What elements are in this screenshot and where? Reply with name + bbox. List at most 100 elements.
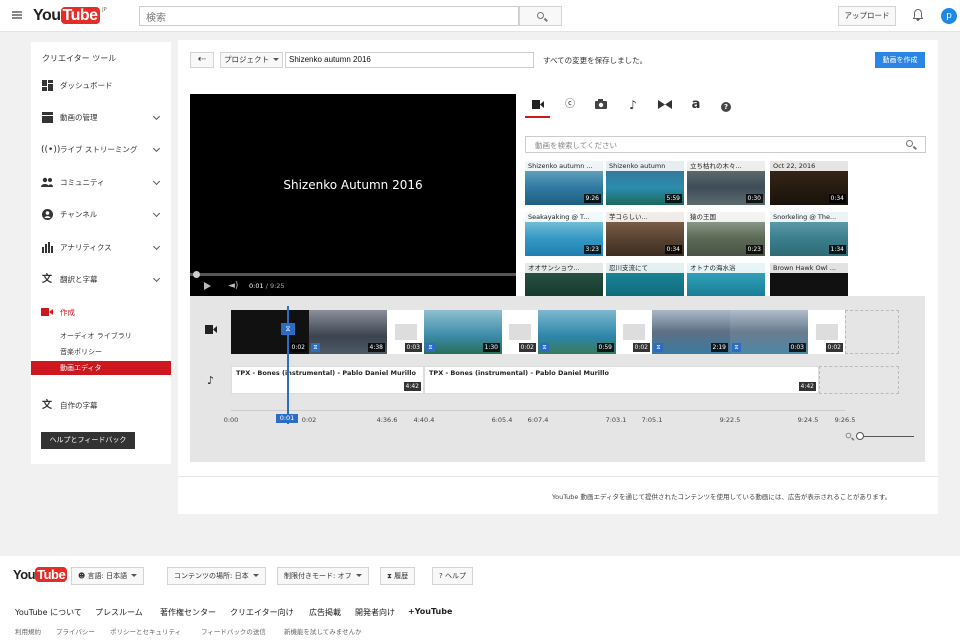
timeline-ruler (231, 410, 845, 411)
video-player[interactable]: Shizenko Autumn 2016 ◄) 0:01 / 9:25 (190, 94, 516, 296)
chevron-down-icon (152, 209, 161, 218)
playhead-time-label: 0:01 (276, 414, 298, 423)
sidebar-item-channel[interactable]: チャンネル (31, 205, 171, 225)
footer-link[interactable]: 著作権センター (160, 607, 216, 618)
library-thumbnail[interactable]: 芋コらしい... 0:34 (606, 212, 684, 256)
location-button[interactable]: コンテンツの場所: 日本 (167, 567, 266, 585)
library-thumbnail[interactable]: 忍川支流にて (606, 263, 684, 296)
library-search-input[interactable]: 動画を検索してください (525, 136, 926, 153)
sidebar-subitem-music-policy[interactable]: 音楽ポリシー (31, 345, 171, 359)
tab-creative-commons-icon[interactable]: ⓒ (561, 97, 579, 113)
zoom-slider[interactable] (859, 436, 914, 437)
zoom-slider-handle[interactable] (856, 432, 864, 440)
search-icon (537, 12, 544, 19)
timeline-tick: 7:03.1 (605, 416, 627, 424)
avatar[interactable]: p (941, 8, 957, 24)
sidebar-item-label: 自作の字幕 (60, 401, 98, 410)
sidebar-item-analytics[interactable]: アナリティクス (31, 238, 171, 258)
audio-clip[interactable]: TPX - Bones (instrumental) - Pablo Danie… (231, 366, 424, 394)
sidebar-item-live[interactable]: ((•)) ライブ ストリーミング (31, 140, 171, 160)
tab-text-icon[interactable]: a (687, 97, 705, 113)
sidebar-item-community[interactable]: コミュニティ (31, 173, 171, 193)
project-dropdown[interactable]: プロジェクト (220, 52, 283, 68)
sidebar-item-create[interactable]: 作成 (31, 303, 171, 323)
transition-marker-icon: ⧖ (732, 343, 741, 352)
library-search-icon[interactable] (906, 140, 913, 147)
library-thumbnail[interactable]: Seakayaking @ T... 3:23 (525, 212, 603, 256)
help-button[interactable]: ? ヘルプ (432, 567, 473, 585)
footer-link[interactable]: YouTube について (15, 607, 82, 618)
footer-link[interactable]: プレスルーム (95, 607, 143, 618)
footer-link-secondary[interactable]: 新機能を試してみませんか (284, 626, 362, 636)
timeline-clip[interactable]: ⧖ 4:38 (309, 310, 387, 354)
sidebar-item-translate[interactable]: 文 翻訳と字幕 (31, 270, 171, 290)
footer-link-secondary[interactable]: 利用規約 (15, 626, 41, 636)
footer-link-secondary[interactable]: プライバシー (56, 626, 95, 636)
dashboard-icon (41, 80, 53, 92)
upload-button[interactable]: アップロード (838, 6, 896, 26)
library-thumbnail[interactable]: Shizenko autumn ... 9:26 (525, 161, 603, 205)
tab-photo-icon[interactable] (592, 97, 610, 113)
footer-link-secondary[interactable]: ポリシーとセキュリティ (110, 626, 181, 636)
audio-clip[interactable]: TPX - Bones (instrumental) - Pablo Danie… (424, 366, 819, 394)
timeline-transition[interactable]: 0:03 (387, 310, 424, 354)
sidebar-subitem-audio-library[interactable]: オーディオ ライブラリ (31, 329, 171, 343)
footer-link[interactable]: 広告掲載 (309, 607, 341, 618)
timeline-clip[interactable]: ⧖ 0:59 (538, 310, 616, 354)
volume-icon[interactable]: ◄) (228, 281, 238, 291)
play-icon[interactable] (204, 282, 211, 290)
library-thumbnail[interactable]: Snorkeling @ The... 1:34 (770, 212, 848, 256)
library-thumbnail[interactable]: Shizenko autumn 5:59 (606, 161, 684, 205)
playhead-handle-icon[interactable]: ⧖ (281, 323, 295, 335)
tab-help-icon[interactable]: ? (717, 97, 735, 113)
footer-link[interactable]: +YouTube (408, 607, 452, 616)
library-thumbnail[interactable]: Brown Hawk Owl ... (770, 263, 848, 296)
search-button[interactable] (519, 6, 562, 26)
sidebar-item-own-subtitles[interactable]: 文 自作の字幕 (31, 396, 171, 416)
footer-link[interactable]: 開発者向け (355, 607, 395, 618)
clip-drop-zone[interactable] (845, 310, 899, 354)
timeline-transition[interactable]: 0:02 (808, 310, 845, 354)
analytics-icon (41, 242, 53, 254)
timeline-transition[interactable]: 0:02 (502, 310, 538, 354)
library-thumbnail[interactable]: オトナの海水浴 (687, 263, 765, 296)
translate-icon: 文 (42, 274, 52, 285)
timeline-clip[interactable]: ⧖ 2:19 (652, 310, 730, 354)
timeline-clip[interactable]: 0:02 (231, 310, 309, 354)
library-thumbnail[interactable]: 猿の王国 0:23 (687, 212, 765, 256)
timeline-tick: 0:00 (223, 416, 239, 424)
library-thumbnail[interactable]: オオサンショウ... (525, 263, 603, 296)
tab-transitions-icon[interactable] (656, 97, 674, 113)
sidebar-item-dashboard[interactable]: ダッシュボード (31, 76, 171, 96)
create-video-button[interactable]: 動画を作成 (875, 52, 925, 68)
tab-audio-icon[interactable]: ♪ (624, 97, 642, 113)
timeline-transition[interactable]: 0:02 (616, 310, 652, 354)
youtube-logo[interactable]: You Tube JP (33, 7, 107, 25)
help-feedback-button[interactable]: ヘルプとフィードバック (41, 432, 135, 449)
footer-youtube-logo[interactable]: You Tube (13, 567, 68, 582)
menu-icon[interactable] (12, 11, 22, 19)
restricted-mode-button[interactable]: 制限付きモード: オフ (277, 567, 369, 585)
project-title-input[interactable]: Shizenko autumn 2016 (285, 52, 534, 68)
player-progress-bar[interactable] (190, 273, 516, 276)
library-thumbnail[interactable]: Oct 22, 2016 0:34 (770, 161, 848, 205)
timeline-clip[interactable]: ⧖ 0:03 (730, 310, 808, 354)
audio-drop-zone[interactable] (819, 366, 899, 394)
sidebar-item-video-manager[interactable]: 動画の管理 (31, 108, 171, 128)
language-button[interactable]: ☻ 言語: 日本語 (71, 567, 145, 585)
back-button[interactable]: ⇠ (190, 52, 214, 68)
footer-link-secondary[interactable]: フィードバックの送信 (201, 626, 266, 636)
library-thumbnail[interactable]: 立ち枯れの木々... 0:30 (687, 161, 765, 205)
search-input[interactable]: 検索 (139, 6, 519, 26)
notification-bell-icon[interactable] (912, 8, 924, 23)
sidebar-subitem-video-editor[interactable]: 動画エディタ (31, 361, 171, 375)
footer-link[interactable]: クリエイター向け (230, 607, 294, 618)
history-button[interactable]: ⧗ 履歴 (380, 567, 416, 585)
player-scrubber[interactable] (193, 271, 200, 278)
timeline-clip[interactable]: ⧖ 1:30 (424, 310, 502, 354)
tab-video-icon[interactable] (529, 97, 547, 113)
timeline-tick: 4:36.6 (376, 416, 398, 424)
sidebar-item-label: チャンネル (60, 210, 98, 219)
sidebar-item-label: コミュニティ (60, 178, 105, 187)
timeline-tick: 6:07.4 (527, 416, 549, 424)
